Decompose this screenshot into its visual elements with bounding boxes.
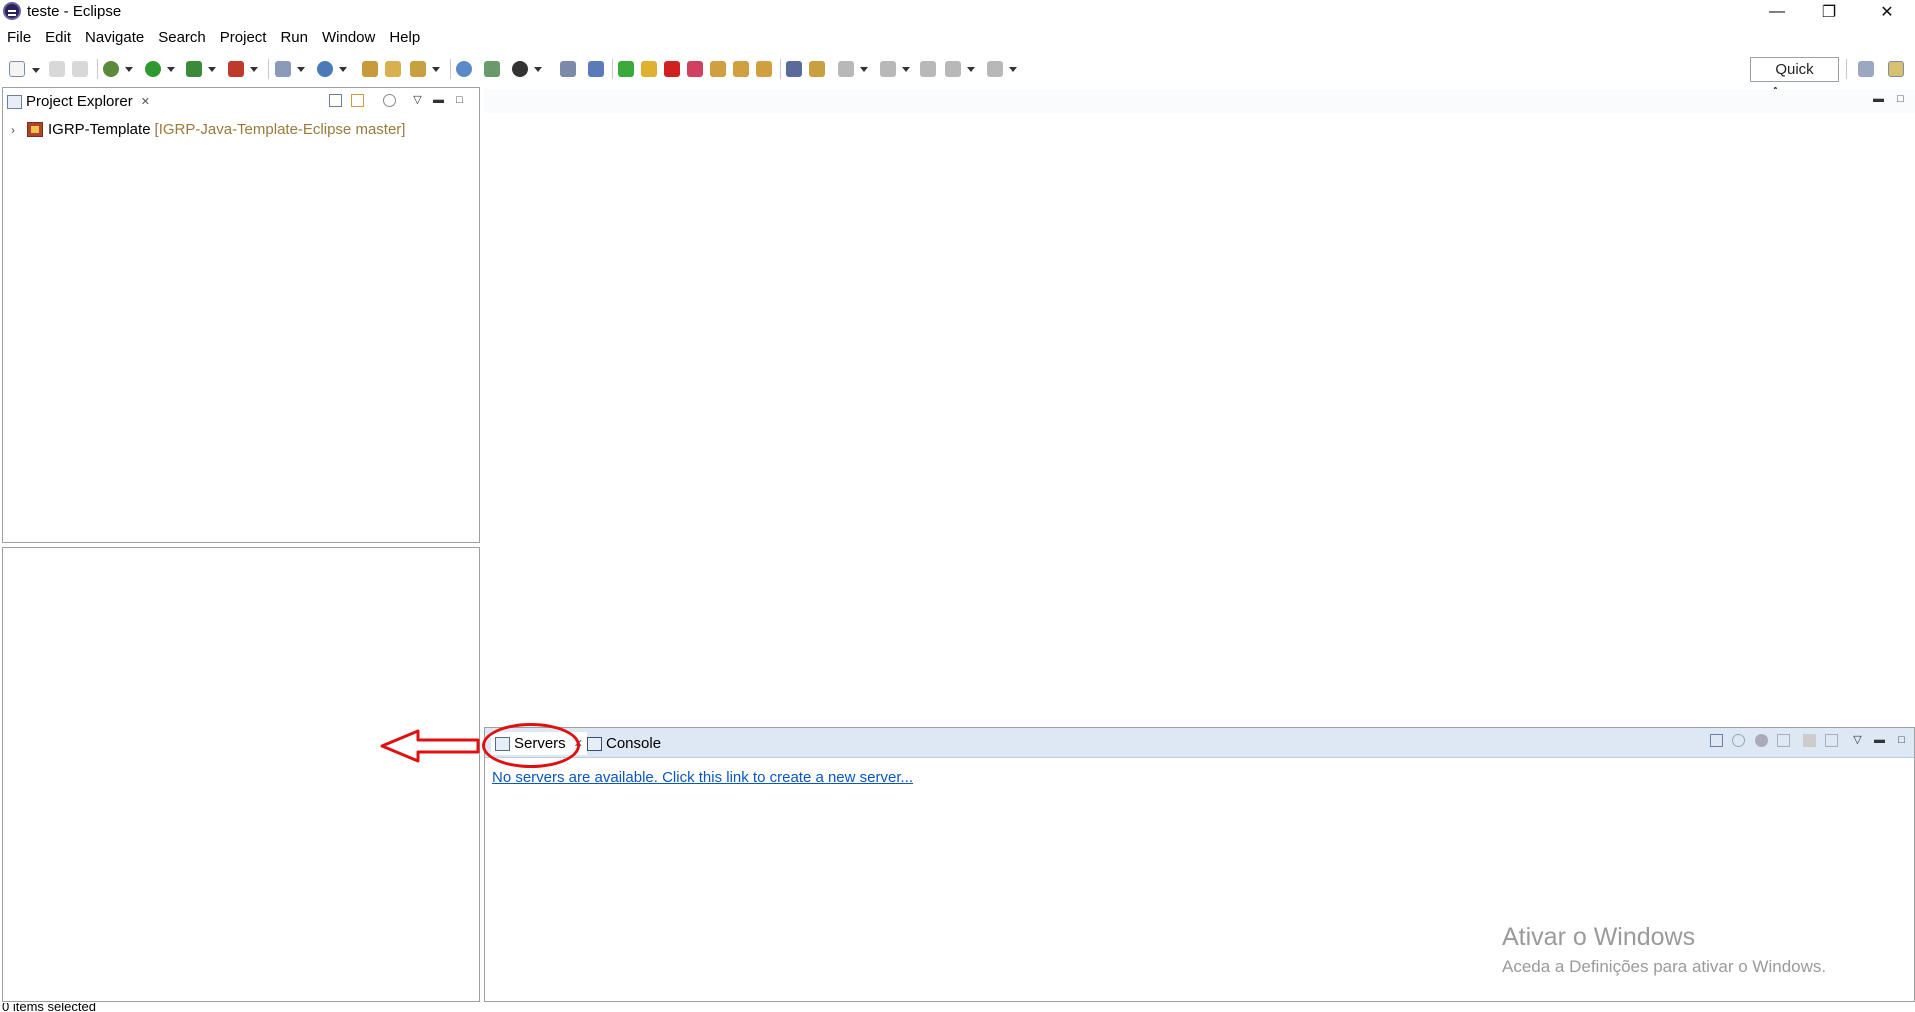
collapse-all-icon[interactable]: [1710, 734, 1723, 747]
new-icon[interactable]: [9, 61, 40, 77]
java-ee-perspective-icon[interactable]: [1888, 61, 1904, 77]
external-tools-icon[interactable]: [228, 61, 258, 77]
red-arrow-icon: [380, 729, 480, 763]
menu-help[interactable]: Help: [382, 26, 427, 50]
user-icon[interactable]: [512, 61, 542, 77]
java-project-icon: [27, 122, 43, 137]
focus-icon[interactable]: [383, 94, 396, 107]
last-edit-icon[interactable]: [920, 61, 936, 77]
expand-chevron-icon[interactable]: ›: [11, 123, 21, 137]
close-window-button[interactable]: ✕: [1864, 0, 1910, 24]
project-explorer-label: Project Explorer: [26, 93, 133, 110]
project-explorer-header: Project Explorer ✕ ▽ ▬ □: [3, 88, 479, 113]
tree-item-project[interactable]: › IGRP-Template [IGRP-Java-Template-Ecli…: [11, 121, 405, 138]
new-java-class-icon[interactable]: [317, 61, 347, 77]
maximize-view-icon[interactable]: □: [1895, 734, 1908, 747]
project-explorer-panel: Project Explorer ✕ ▽ ▬ □ › IGRP-Template…: [2, 87, 480, 543]
repo-label: [IGRP-Java-Template-Eclipse master]: [154, 121, 406, 138]
git-icon[interactable]: [484, 61, 500, 77]
status-bar: 0 items selected: [0, 1003, 1915, 1012]
debug-icon[interactable]: [103, 61, 133, 77]
menu-file[interactable]: File: [0, 26, 38, 50]
skip-breakpoints-icon[interactable]: [588, 61, 604, 77]
step-over-icon[interactable]: [733, 61, 749, 77]
save-icon[interactable]: [49, 61, 65, 77]
tab-project-explorer[interactable]: Project Explorer ✕: [7, 90, 150, 113]
terminate-icon[interactable]: [664, 61, 680, 77]
forward-icon[interactable]: [987, 61, 1017, 77]
run-icon[interactable]: [145, 61, 175, 77]
collapse-all-icon[interactable]: [329, 94, 342, 107]
open-type-icon[interactable]: [362, 61, 378, 77]
restore-button[interactable]: ❐: [1806, 0, 1852, 24]
editor-maximize-icon[interactable]: □: [1894, 93, 1907, 106]
tab-console[interactable]: Console: [587, 732, 661, 755]
quick-access-field[interactable]: Quick Access: [1750, 57, 1839, 101]
menu-navigate[interactable]: Navigate: [78, 26, 151, 50]
minimize-view-icon[interactable]: ▬: [432, 94, 445, 107]
link-with-editor-icon[interactable]: [351, 94, 364, 107]
servers-header: Servers ✕ Console ▽ ▬ □: [485, 728, 1914, 758]
main-toolbar: Quick Access: [0, 55, 1915, 101]
activation-watermark-subtitle: Aceda a Definições para ativar o Windows…: [1502, 957, 1827, 976]
create-server-link[interactable]: No servers are available. Click this lin…: [492, 769, 913, 786]
menu-edit[interactable]: Edit: [38, 26, 78, 50]
view-menu-icon[interactable]: ▽: [411, 94, 424, 107]
highlight-circle: [482, 723, 580, 768]
drop-to-frame-icon[interactable]: [786, 61, 802, 77]
eclipse-logo-icon: [3, 2, 21, 20]
editor-area: [484, 89, 1915, 724]
open-perspective-icon[interactable]: [1858, 61, 1874, 77]
status-text: 0 items selected: [2, 1003, 96, 1012]
editor-tab-strip: ▬ □: [484, 89, 1915, 113]
previous-annotation-icon[interactable]: [880, 61, 910, 77]
use-step-filters-icon[interactable]: [809, 61, 825, 77]
disconnect-icon[interactable]: [687, 61, 703, 77]
new-server-icon[interactable]: [275, 61, 305, 77]
save-all-icon[interactable]: [72, 61, 88, 77]
console-icon: [587, 736, 602, 751]
minimize-view-icon[interactable]: ▬: [1873, 734, 1886, 747]
coverage-icon[interactable]: [186, 61, 216, 77]
maximize-view-icon[interactable]: □: [453, 94, 466, 107]
step-return-icon[interactable]: [756, 61, 772, 77]
project-explorer-icon: [7, 94, 22, 109]
outline-panel: [2, 547, 480, 1002]
view-menu-icon[interactable]: ▽: [1851, 734, 1864, 747]
menu-run[interactable]: Run: [273, 26, 315, 50]
search-icon[interactable]: [410, 61, 440, 77]
menu-project[interactable]: Project: [213, 26, 274, 50]
editor-minimize-icon[interactable]: ▬: [1872, 93, 1885, 106]
menu-search[interactable]: Search: [151, 26, 213, 50]
back-icon[interactable]: [945, 61, 975, 77]
activation-watermark-title: Ativar o Windows: [1502, 923, 1696, 951]
project-name: IGRP-Template: [48, 121, 151, 138]
start-server-icon[interactable]: [1755, 734, 1768, 747]
step-into-icon[interactable]: [710, 61, 726, 77]
menu-bar: File Edit Navigate Search Project Run Wi…: [0, 26, 427, 50]
console-icon[interactable]: [560, 61, 576, 77]
title-bar: teste - Eclipse — ❐ ✕: [0, 0, 1915, 24]
window-title: teste - Eclipse: [27, 3, 122, 20]
open-task-icon[interactable]: [385, 61, 401, 77]
close-icon[interactable]: ✕: [141, 95, 150, 108]
profile-server-icon[interactable]: [1777, 734, 1790, 747]
globe-icon[interactable]: [456, 61, 472, 77]
debug-server-icon[interactable]: [1732, 734, 1745, 747]
console-tab-label: Console: [606, 735, 662, 752]
stop-server-icon[interactable]: [1803, 734, 1816, 747]
minimize-button[interactable]: —: [1754, 0, 1800, 24]
suspend-icon[interactable]: [641, 61, 657, 77]
publish-icon[interactable]: [1825, 734, 1838, 747]
next-annotation-icon[interactable]: [838, 61, 868, 77]
resume-icon[interactable]: [618, 61, 634, 77]
menu-window[interactable]: Window: [315, 26, 382, 50]
